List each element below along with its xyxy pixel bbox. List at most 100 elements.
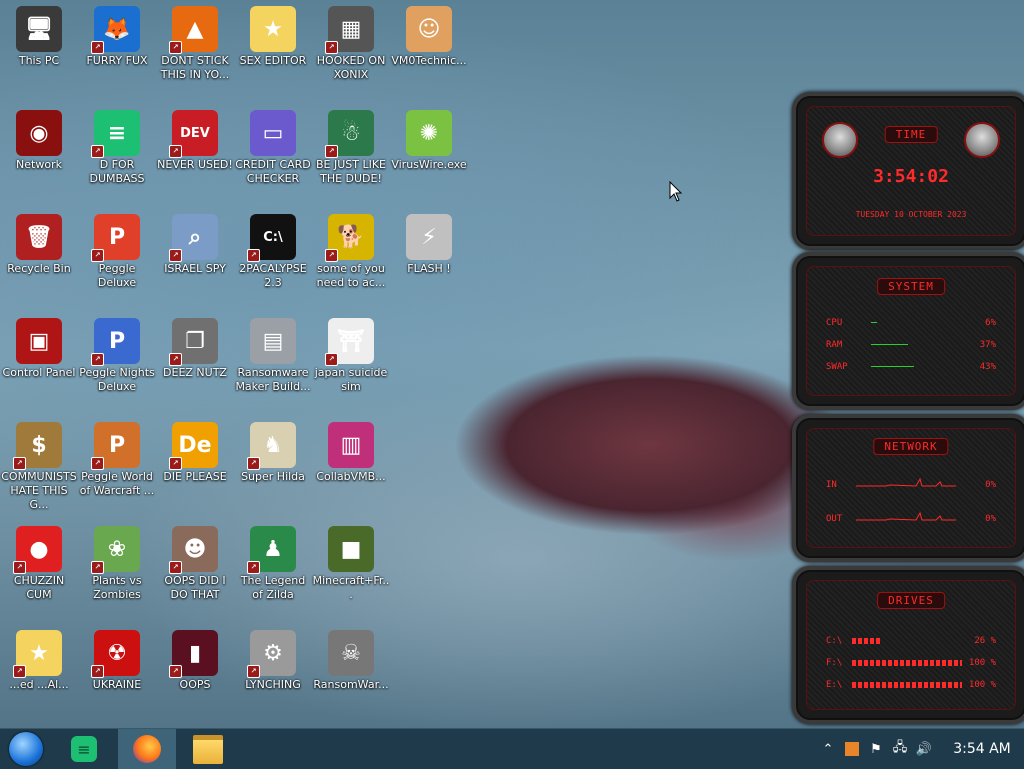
desktop-icon[interactable]: ▤ Ransomware Maker Build... xyxy=(234,318,312,394)
drive-usage-bar xyxy=(852,660,962,666)
desktop-icon[interactable]: ☺ VM0Technic... xyxy=(390,6,468,68)
desktop-icon[interactable]: ❀ ↗ Plants vs Zombies xyxy=(78,526,156,602)
volume-icon[interactable]: 🔊 xyxy=(912,729,936,769)
desktop-icon-label: Super Hilda xyxy=(241,470,305,483)
desktop-icon[interactable]: DEV ↗ NEVER USED! xyxy=(156,110,234,172)
desktop-icon[interactable]: 🖥 This PC xyxy=(0,6,78,68)
desktop-icon[interactable]: ▣ Control Panel xyxy=(0,318,78,380)
desktop-icon[interactable]: ◉ Network xyxy=(0,110,78,172)
desktop-icon[interactable]: ⚡ FLASH ! xyxy=(390,214,468,276)
desktop-icon[interactable]: P ↗ Peggle Nights Deluxe xyxy=(78,318,156,394)
drive-usage-bar xyxy=(852,682,962,688)
desktop-icon-image: De ↗ xyxy=(169,422,218,470)
desktop-icon[interactable]: ▥ CollabVMB... xyxy=(312,422,390,484)
system-row-swap: SWAP 43% xyxy=(826,362,996,372)
taskbar-app-d-for-dumbass[interactable]: ≡ xyxy=(60,729,108,769)
desktop-icon-image: ▮ ↗ xyxy=(169,630,218,678)
taskbar-app-file-explorer[interactable] xyxy=(184,729,232,769)
desktop-icon-label: OOPS xyxy=(179,678,211,691)
desktop-icon-label: Network xyxy=(16,158,62,171)
system-row-label: RAM xyxy=(826,340,843,350)
desktop-icon[interactable]: ■ Minecraft+Fr... xyxy=(312,526,390,602)
desktop-icon-label: HOOKED ON XONIX xyxy=(316,54,386,81)
desktop-icon-image: ▲ ↗ xyxy=(169,6,218,54)
desktop-icon[interactable]: ♞ ↗ Super Hilda xyxy=(234,422,312,484)
desktop-icon[interactable]: ☢ ↗ UKRAINE xyxy=(78,630,156,692)
network-row-value: 0% xyxy=(985,480,996,490)
show-hidden-icons-chevron-icon[interactable]: ⌃ xyxy=(816,729,840,769)
desktop-icon-image: ♟ ↗ xyxy=(247,526,296,574)
system-tray: ⌃ ⚑ 🖧 🔊 3:54 AM xyxy=(816,729,1024,769)
desktop-icon-image: ☢ ↗ xyxy=(91,630,140,678)
system-usage-bar xyxy=(871,366,914,367)
desktop-icon-label: japan suicide sim xyxy=(314,366,388,393)
desktop-icon[interactable]: 🐕 ↗ some of you need to ac... xyxy=(312,214,390,290)
desktop-icon-image: ◉ xyxy=(16,110,62,156)
shortcut-arrow-icon: ↗ xyxy=(325,41,338,54)
desktop-icon-image: ☠ xyxy=(328,630,374,676)
desktop-icon[interactable]: 🦊 ↗ FURRY FUX xyxy=(78,6,156,68)
time-title: TIME xyxy=(884,126,938,143)
desktop-icon[interactable]: ★ SEX EDITOR xyxy=(234,6,312,68)
desktop-icon-image: 🖥 xyxy=(16,6,62,52)
desktop-icon-image: ▤ xyxy=(250,318,296,364)
network-title: NETWORK xyxy=(873,438,949,455)
widget-date: TUESDAY 10 OCTOBER 2023 xyxy=(855,210,967,219)
system-row-cpu: CPU 6% xyxy=(826,318,996,328)
desktop-icon-label: some of you need to ac... xyxy=(316,262,386,289)
system-row-value: 37% xyxy=(979,340,996,350)
desktop-icon[interactable]: ☻ ↗ OOPS DID I DO THAT xyxy=(156,526,234,602)
desktop-icon[interactable]: ▲ ↗ DONT STICK THIS IN YO... xyxy=(156,6,234,82)
desktop-icon[interactable]: ⌕ ↗ ISRAEL SPY xyxy=(156,214,234,276)
shortcut-arrow-icon: ↗ xyxy=(247,457,260,470)
desktop-icon-label: ...ed ...Al... xyxy=(9,678,69,691)
alien-head-icon xyxy=(822,122,858,158)
desktop-icon[interactable]: ☠ RansomWar... xyxy=(312,630,390,692)
system-usage-bar xyxy=(871,344,908,345)
system-title: SYSTEM xyxy=(877,278,945,295)
tray-app-icon[interactable] xyxy=(840,729,864,769)
shortcut-arrow-icon: ↗ xyxy=(325,249,338,262)
shortcut-arrow-icon: ↗ xyxy=(325,145,338,158)
shortcut-arrow-icon: ↗ xyxy=(13,457,26,470)
desktop-icon[interactable]: $ ↗ COMMUNISTS HATE THIS G... xyxy=(0,422,78,512)
network-row-label: OUT xyxy=(826,514,843,524)
desktop-icon[interactable]: ▭ CREDIT CARD CHECKER xyxy=(234,110,312,186)
desktop-icon[interactable]: P ↗ Peggle World of Warcraft ... xyxy=(78,422,156,498)
desktop-icon-image: ☺ xyxy=(406,6,452,52)
time-panel: TIME 3:54:02 TUESDAY 10 OCTOBER 2023 xyxy=(792,92,1024,250)
system-usage-bar xyxy=(871,322,877,323)
desktop-icon[interactable]: ✺ VirusWire.exe xyxy=(390,110,468,172)
network-row-value: 0% xyxy=(985,514,996,524)
desktop-icon[interactable]: ● ↗ CHUZZIN CUM xyxy=(0,526,78,602)
desktop-icon[interactable]: ♟ ↗ The Legend of Zilda xyxy=(234,526,312,602)
desktop-icon[interactable]: ❐ ↗ DEEZ NUTZ xyxy=(156,318,234,380)
desktop-icon[interactable]: De ↗ DIE PLEASE xyxy=(156,422,234,484)
network-row-out: OUT 0% xyxy=(826,511,996,524)
drives-title: DRIVES xyxy=(877,592,945,609)
flag-icon[interactable]: ⚑ xyxy=(864,729,888,769)
shortcut-arrow-icon: ↗ xyxy=(247,665,260,678)
desktop-icon[interactable]: ⚙ ↗ LYNCHING xyxy=(234,630,312,692)
desktop-icon-label: OOPS DID I DO THAT xyxy=(164,574,226,601)
drive-row-label: E:\ xyxy=(826,680,843,690)
desktop-icon[interactable]: ≡ ↗ D FOR DUMBASS xyxy=(78,110,156,186)
desktop-icon-image: 🗑 xyxy=(16,214,62,260)
desktop-icon-image: ☻ ↗ xyxy=(169,526,218,574)
taskbar-app-firefox[interactable] xyxy=(118,729,176,769)
start-button[interactable] xyxy=(2,729,50,769)
desktop-icon[interactable]: ▮ ↗ OOPS xyxy=(156,630,234,692)
desktop-icon[interactable]: C:\ ↗ 2PACALYPSE 2.3 xyxy=(234,214,312,290)
drive-row-label: F:\ xyxy=(826,658,843,668)
desktop-icon[interactable]: ▦ ↗ HOOKED ON XONIX xyxy=(312,6,390,82)
network-icon[interactable]: 🖧 xyxy=(888,729,912,769)
desktop-icon[interactable]: ☃ ↗ BE JUST LIKE THE DUDE! xyxy=(312,110,390,186)
desktop-icon[interactable]: P ↗ Peggle Deluxe xyxy=(78,214,156,290)
alien-head-icon xyxy=(964,122,1000,158)
drive-row-value: 100 % xyxy=(968,680,996,690)
desktop-icon[interactable]: ★ ↗ ...ed ...Al... xyxy=(0,630,78,692)
desktop-icon[interactable]: 🗑 Recycle Bin xyxy=(0,214,78,276)
desktop-icon[interactable]: ⛩ ↗ japan suicide sim xyxy=(312,318,390,394)
shortcut-arrow-icon: ↗ xyxy=(91,41,104,54)
tray-clock[interactable]: 3:54 AM xyxy=(940,741,1024,757)
